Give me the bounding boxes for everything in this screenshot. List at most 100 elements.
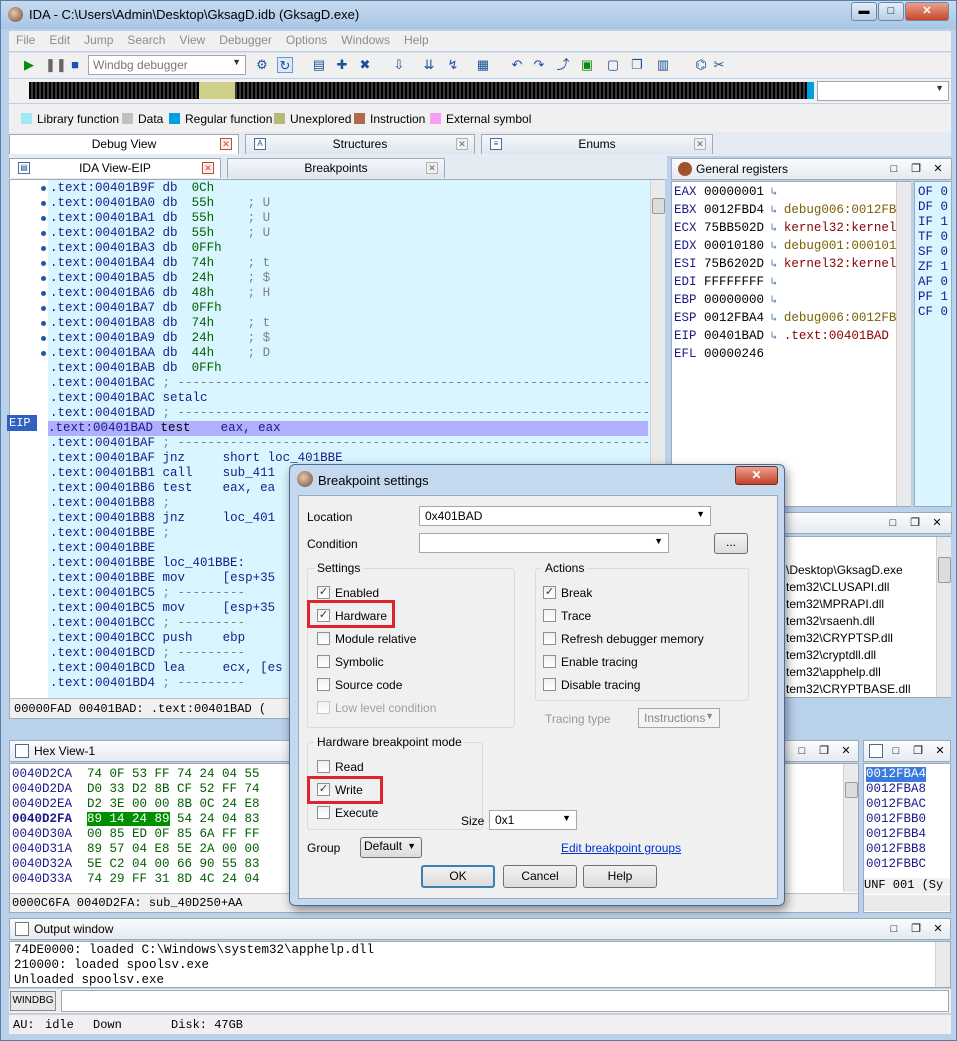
arrow-icon[interactable]: ↳ — [764, 295, 784, 307]
disasm-line[interactable]: .text:00401BAC setalc — [50, 391, 208, 406]
breakpoint-bullet[interactable] — [41, 201, 46, 206]
close-icon[interactable]: ✕ — [202, 162, 214, 174]
register-row[interactable]: EDI FFFFFFFF ↳ — [674, 275, 784, 293]
delete-breakpoint-icon[interactable]: ✖ — [357, 57, 373, 73]
float-icon[interactable]: ❐ — [817, 744, 831, 758]
setting-module-relative-checkbox[interactable]: Module relative — [317, 632, 416, 648]
register-row[interactable]: EAX 00000001 ↳ — [674, 185, 784, 203]
disasm-line[interactable]: .text:00401BD4 ; --------- — [50, 676, 245, 691]
action-trace-checkbox[interactable]: Trace — [543, 609, 591, 625]
scroll-thumb[interactable] — [845, 782, 858, 798]
restore-icon[interactable]: □ — [886, 516, 900, 530]
disasm-line[interactable]: .text:00401BCC ; --------- — [50, 616, 245, 631]
close-icon[interactable]: ✕ — [931, 922, 945, 936]
action-enable-tracing-checkbox[interactable]: Enable tracing — [543, 655, 638, 671]
module-item[interactable]: tem32\CLUSAPI.dll — [786, 580, 889, 594]
scroll-thumb[interactable] — [938, 557, 951, 583]
flag-row[interactable]: DF 0 — [918, 200, 948, 215]
module-item[interactable]: tem32\rsaenh.dll — [786, 614, 875, 628]
restore-icon[interactable]: □ — [887, 162, 901, 176]
hw-execute-checkbox[interactable]: Execute — [317, 806, 378, 822]
module-item[interactable]: tem32\apphelp.dll — [786, 665, 881, 679]
disasm-line[interactable]: .text:00401BBE — [50, 541, 163, 556]
return-icon[interactable]: ↷ — [531, 57, 547, 73]
setting-source-code-checkbox[interactable]: Source code — [317, 678, 402, 694]
edit-breakpoint-groups-link[interactable]: Edit breakpoint groups — [561, 841, 681, 855]
float-icon[interactable]: ❐ — [909, 922, 923, 936]
stack-row[interactable]: 0012FBAC — [866, 797, 926, 812]
disasm-line[interactable]: .text:00401BA1 db 55h ; U — [50, 211, 270, 226]
close-button[interactable]: ✕ — [905, 2, 949, 21]
breakpoint-bullet[interactable] — [41, 246, 46, 251]
disasm-line[interactable]: .text:00401BA9 db 24h ; $ — [50, 331, 270, 346]
hex-scrollbar[interactable] — [843, 764, 858, 892]
arrow-icon[interactable]: ↳ — [764, 313, 784, 325]
checkbox-box[interactable]: ✓ — [317, 586, 330, 599]
checkbox-box[interactable] — [543, 632, 556, 645]
ok-button[interactable]: OK — [421, 865, 495, 888]
breakpoint-bullet[interactable] — [41, 351, 46, 356]
step-over-icon[interactable]: ⇊ — [421, 57, 437, 73]
disasm-line[interactable]: .text:00401BA7 db 0FFh — [50, 301, 248, 316]
close-icon[interactable]: ✕ — [456, 138, 468, 150]
disasm-line[interactable]: .text:00401BBE ; — [50, 526, 170, 541]
dialog-close-button[interactable]: ✕ — [735, 466, 778, 485]
stop-icon[interactable]: ■ — [67, 57, 83, 73]
disasm-line[interactable]: .text:00401BAA db 44h ; D — [50, 346, 270, 361]
arrow-icon[interactable]: ↳ — [764, 241, 784, 253]
play-icon[interactable]: ▶ — [21, 57, 37, 73]
disasm-line[interactable]: .text:00401BA5 db 24h ; $ — [50, 271, 270, 286]
flag-row[interactable]: PF 1 — [918, 290, 948, 305]
close-icon[interactable]: ✕ — [220, 138, 232, 150]
window-icon[interactable]: ▢ — [605, 57, 621, 73]
disasm-line[interactable]: .text:00401BB8 ; — [50, 496, 170, 511]
hex-row[interactable]: 0040D30A 00 85 ED 0F 85 6A FF FF — [12, 827, 260, 842]
register-row[interactable]: ESI 75B6202D ↳ kernel32:kernel — [674, 257, 896, 275]
register-row[interactable]: EIP 00401BAD ↳ .text:00401BAD — [674, 329, 889, 347]
breakpoint-list-icon[interactable]: ▤ — [311, 57, 327, 73]
stack-hscrollbar[interactable] — [864, 895, 950, 911]
hex-row[interactable]: 0040D2FA 89 14 24 89 54 24 04 83 — [12, 812, 260, 827]
tab-debug-view[interactable]: Debug View ✕ — [9, 134, 239, 154]
flag-row[interactable]: ZF 1 — [918, 260, 948, 275]
location-combo[interactable]: 0x401BAD ▼ — [419, 506, 711, 526]
module-item[interactable]: tem32\CRYPTSP.dll — [786, 631, 893, 645]
disasm-line[interactable]: .text:00401BBE mov [esp+35 — [50, 571, 275, 586]
registers-scrollbar[interactable] — [896, 182, 911, 506]
disasm-line[interactable]: .text:00401BAD ; -----------------------… — [50, 406, 650, 421]
condition-combo[interactable]: ▼ — [419, 533, 669, 553]
step-into-icon[interactable]: ⇩ — [391, 57, 407, 73]
navigation-band[interactable]: ▼ — [9, 79, 951, 103]
breakpoint-bullet[interactable] — [41, 231, 46, 236]
help-button[interactable]: Help — [583, 865, 657, 888]
view-icon[interactable] — [664, 57, 680, 73]
attach-icon[interactable]: ⚙ — [254, 57, 270, 73]
close-icon[interactable]: ✕ — [839, 744, 853, 758]
disasm-line[interactable]: .text:00401BBE loc_401BBE: — [50, 556, 245, 571]
arrow-icon[interactable]: ↳ — [764, 205, 784, 217]
disasm-line[interactable]: .text:00401BC5 mov [esp+35 — [50, 601, 275, 616]
breakpoint-bullet[interactable] — [41, 321, 46, 326]
hex-row[interactable]: 0040D31A 89 57 04 E8 5E 2A 00 00 — [12, 842, 260, 857]
flag-row[interactable]: OF 0 — [918, 185, 948, 200]
flag-row[interactable]: TF 0 — [918, 230, 948, 245]
breakpoint-bullet[interactable] — [41, 261, 46, 266]
disasm-line[interactable]: .text:00401BCD ; --------- — [50, 646, 245, 661]
close-icon[interactable]: ✕ — [694, 138, 706, 150]
checkbox-box[interactable] — [317, 632, 330, 645]
stack-row[interactable]: 0012FBB8 — [866, 842, 926, 857]
disasm-line[interactable]: .text:00401BB8 jnz loc_401 — [50, 511, 275, 526]
menu-debugger[interactable]: Debugger — [212, 31, 279, 49]
windbg-command-button[interactable]: WINDBG — [10, 991, 56, 1011]
float-icon[interactable]: ❐ — [909, 162, 923, 176]
menu-file[interactable]: File — [9, 31, 42, 49]
output-scrollbar[interactable] — [935, 942, 950, 987]
restore-icon[interactable]: □ — [887, 922, 901, 936]
close-icon[interactable]: ✕ — [426, 162, 438, 174]
run-icon[interactable]: ▣ — [579, 57, 595, 73]
size-combo[interactable]: 0x1 ▼ — [489, 810, 577, 830]
checkbox-box[interactable] — [543, 655, 556, 668]
register-row[interactable]: EBX 0012FBD4 ↳ debug006:0012FB — [674, 203, 896, 221]
tab-ida-view-eip[interactable]: ▤ IDA View-EIP ✕ — [9, 158, 221, 178]
hex-row[interactable]: 0040D2DA D0 33 D2 8B CF 52 FF 74 — [12, 782, 260, 797]
